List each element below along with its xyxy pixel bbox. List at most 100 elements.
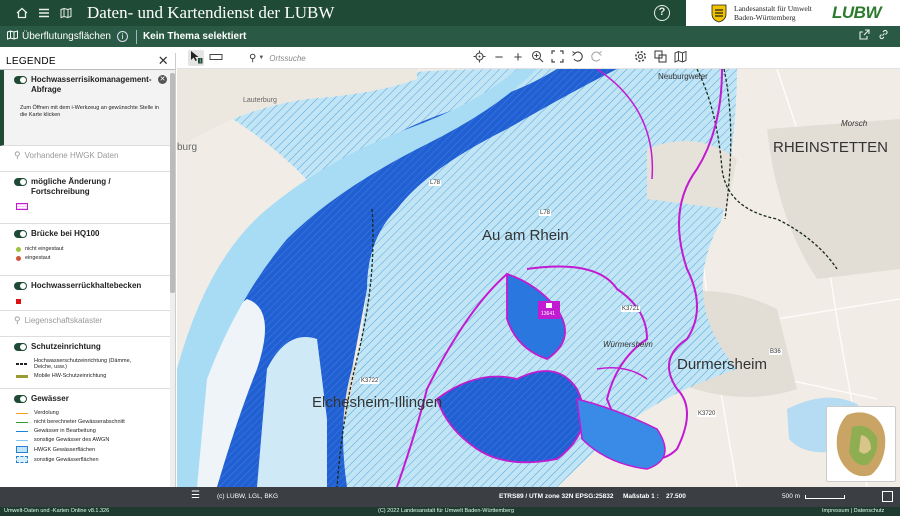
legend-section-hwrm[interactable]: Hochwasserrisikomanagement-Abfrage ✕ Zum… xyxy=(0,70,175,146)
layer-toggle[interactable] xyxy=(14,76,27,84)
legend-item: nicht eingestaut xyxy=(16,246,167,252)
road-label-k3721: K3721 xyxy=(621,306,641,312)
legend-item-label: sonstige Gewässerflächen xyxy=(34,456,99,463)
scalebar-label: 500 m xyxy=(782,493,801,500)
legend-symbol xyxy=(16,255,21,261)
layer-toggle[interactable] xyxy=(14,230,27,238)
home-icon[interactable] xyxy=(11,0,33,26)
legend-section-bruecke[interactable]: Brücke bei HQ100 nicht eingestaut einges… xyxy=(0,224,175,276)
legend-item-label: nicht berechneter Gewässerabschnitt xyxy=(34,419,125,425)
place-label-burg: burg xyxy=(177,142,198,153)
legend-section-name: Hochwasserrückhaltebecken xyxy=(31,281,142,290)
map-toolbar: i ⚲ ▼ Ortssuche − + xyxy=(177,47,900,69)
legend-section-name: mögliche Änderung / Fortschreibung xyxy=(31,177,111,196)
legend-item: Gewässer in Bearbeitung xyxy=(16,428,167,434)
legend-item-label: Hochwasserschutzeinrichtung (Dämme, Deic… xyxy=(34,358,132,370)
layer-toggle[interactable] xyxy=(14,178,27,186)
legend-item-label: HWGK Gewässerflächen xyxy=(34,446,96,453)
map-info-bar: ☰ (c) LUBW, LGL, BKG ETRS89 / UTM zone 3… xyxy=(177,487,900,507)
place-label-rheinstetten: RHEINSTETTEN xyxy=(773,139,889,156)
legend-section-hwgk[interactable]: ⚲ Vorhandene HWGK Daten xyxy=(0,146,175,172)
map-copyright: (c) LUBW, LGL, BKG xyxy=(217,493,279,500)
place-label-wuermersheim: Würmersheim xyxy=(603,340,653,349)
help-icon[interactable]: ? xyxy=(654,5,670,21)
layers-compare-icon[interactable] xyxy=(652,50,668,66)
info-tool-icon[interactable]: i xyxy=(188,50,204,66)
legend-section-name: Hochwasserrisikomanagement-Abfrage xyxy=(31,75,152,94)
undo-icon[interactable] xyxy=(569,50,585,66)
close-icon[interactable]: ✕ xyxy=(158,53,169,69)
legend-title: LEGENDE xyxy=(6,55,56,67)
zoom-box-icon[interactable] xyxy=(529,50,545,66)
legend-list-icon[interactable]: ☰ xyxy=(191,490,200,501)
layer-toggle[interactable] xyxy=(14,282,27,290)
redo-icon[interactable] xyxy=(588,50,604,66)
full-extent-icon[interactable] xyxy=(549,50,565,66)
lubw-logo[interactable]: LUBW xyxy=(832,3,881,23)
map-marker-label[interactable]: 13641 xyxy=(541,311,555,317)
chevron-down-icon[interactable]: ▼ xyxy=(258,55,264,61)
road-label-k3720: K3720 xyxy=(697,411,717,417)
zoom-in-icon[interactable]: + xyxy=(510,50,526,66)
map-icon[interactable] xyxy=(55,0,77,26)
legend-section-name: Liegenschaftskataster xyxy=(24,316,103,325)
scale-label: Maßstab 1 : xyxy=(623,493,659,500)
remove-layer-icon[interactable]: ✕ xyxy=(158,75,167,84)
overview-toggle-icon[interactable] xyxy=(882,491,893,502)
theme-selector[interactable]: Kein Thema selektiert xyxy=(143,31,246,42)
legend-item: nicht berechneter Gewässerabschnitt xyxy=(16,419,167,425)
legend-section-rueckhaltebecken[interactable]: Hochwasserrückhaltebecken xyxy=(0,276,175,311)
legend-section-name: Vorhandene HWGK Daten xyxy=(24,151,119,160)
share-icon[interactable] xyxy=(857,29,871,43)
legend-section-schutz[interactable]: Schutzeinrichtung Hochwasserschutzeinric… xyxy=(0,337,175,389)
locate-icon[interactable] xyxy=(471,50,487,66)
legend-section-aenderung[interactable]: mögliche Änderung / Fortschreibung xyxy=(0,172,175,224)
road-label-l78b: L78 xyxy=(539,210,552,216)
legend-symbol xyxy=(16,363,28,365)
measure-icon[interactable] xyxy=(208,50,224,66)
status-bar: Umwelt-Daten und -Karten Online v8.1.326… xyxy=(0,507,900,516)
info-icon[interactable]: i xyxy=(116,31,128,42)
legend-item: Mobile HW-Schutzeinrichtung xyxy=(16,373,167,379)
footer-links[interactable]: Impressum | Datenschutz xyxy=(822,508,884,514)
layer-bar: Überflutungsflächen i Kein Thema selekti… xyxy=(0,26,900,47)
app-title: Daten- und Kartendienst der LUBW xyxy=(87,3,335,22)
legend-item-label: eingestaut xyxy=(25,255,51,261)
link-icon[interactable] xyxy=(876,29,890,43)
map-canvas[interactable]: Au am Rhein Durmersheim RHEINSTETTEN Elc… xyxy=(177,69,900,487)
search-layer-icon: ⚲ xyxy=(14,315,21,325)
legend-item: sonstige Gewässerflächen xyxy=(16,456,167,463)
scalebar xyxy=(805,495,845,499)
bw-overview-icon xyxy=(836,412,886,477)
legend-item-label: Verdolung xyxy=(34,410,59,416)
legend-panel: LEGENDE ✕ Hochwasserrisikomanagement-Abf… xyxy=(0,53,176,509)
layer-toggle[interactable] xyxy=(14,395,27,403)
active-layer-label[interactable]: Überflutungsflächen xyxy=(22,31,111,42)
scale-value[interactable]: 27.500 xyxy=(666,493,686,500)
legend-symbol xyxy=(16,299,21,304)
legend-item: HWGK Gewässerflächen xyxy=(16,446,167,453)
map-book-icon[interactable] xyxy=(672,50,688,66)
svg-text:i: i xyxy=(200,59,201,65)
location-search[interactable]: ⚲ ▼ Ortssuche xyxy=(249,49,469,67)
org-name: Landesanstalt für Umwelt Baden-Württembe… xyxy=(734,4,812,22)
legend-symbol xyxy=(16,421,28,423)
zoom-out-icon[interactable]: − xyxy=(491,50,507,66)
legend-symbol xyxy=(16,374,28,378)
settings-icon[interactable] xyxy=(632,50,648,66)
search-layer-icon: ⚲ xyxy=(14,150,21,160)
place-label-lauterburg: Lauterburg xyxy=(243,97,277,104)
search-input[interactable]: Ortssuche xyxy=(269,54,305,63)
legend-section-name: Gewässer xyxy=(31,394,69,403)
road-label-b36: B36 xyxy=(769,349,782,355)
legend-item: sonstige Gewässer des AWGN xyxy=(16,437,167,443)
map-layer-icon xyxy=(7,30,19,43)
legend-section-liegenschaft[interactable]: ⚲ Liegenschaftskataster xyxy=(0,311,175,337)
legend-scrollbar[interactable] xyxy=(170,71,175,509)
overview-map[interactable] xyxy=(826,406,896,482)
legend-symbol xyxy=(16,203,28,210)
menu-icon[interactable] xyxy=(33,0,55,26)
legend-item-label: Mobile HW-Schutzeinrichtung xyxy=(34,373,107,379)
crs-label[interactable]: ETRS89 / UTM zone 32N EPSG:25832 xyxy=(499,493,614,500)
layer-toggle[interactable] xyxy=(14,343,27,351)
